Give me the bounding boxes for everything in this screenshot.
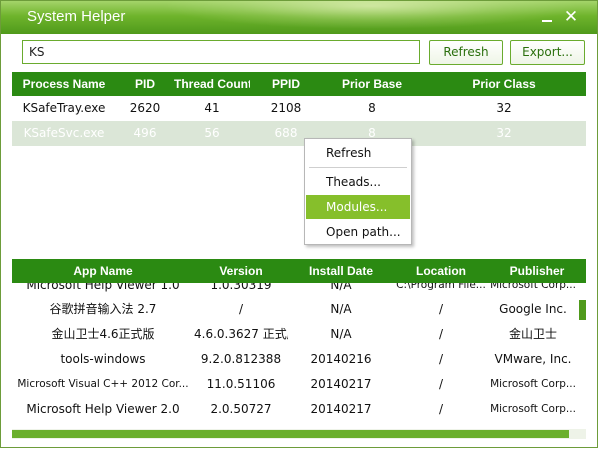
table-row-selected[interactable]: KSafeSvc.exe 496 56 688 8 32 [12, 121, 586, 146]
pid: 2620 [129, 101, 161, 115]
location: / [438, 402, 444, 416]
publisher: Google Inc. [499, 302, 567, 316]
app-version: 11.0.51106 [206, 377, 276, 391]
column-header-pid[interactable]: PID [116, 72, 174, 96]
vertical-scrollbar-thumb[interactable] [579, 300, 586, 320]
context-menu: Refresh Theads... Modules... Open path..… [304, 138, 412, 245]
app-name: Microsoft Help Viewer 2.0 [26, 402, 180, 416]
location: C:\Program File... [396, 283, 486, 291]
thread-count: 41 [204, 101, 220, 115]
app-name: Microsoft Help Viewer 1.0 [26, 283, 180, 292]
column-header-version[interactable]: Version [194, 259, 288, 283]
column-header-location[interactable]: Location [394, 259, 488, 283]
column-header-prior-base[interactable]: Prior Base [322, 72, 422, 96]
table-row[interactable]: 谷歌拼音输入法 2.7 / N/A / Google Inc. [12, 297, 578, 322]
window-title: System Helper [27, 8, 126, 25]
title-bar-decoration [161, 1, 581, 29]
export-button[interactable]: Export... [510, 40, 585, 65]
table-row[interactable]: tools-windows 9.2.0.812388 20140216 / VM… [12, 347, 578, 372]
install-date: 20140217 [310, 402, 372, 416]
app-name: tools-windows [60, 352, 146, 366]
app-name: Microsoft Visual C++ 2012 Cor... [17, 378, 189, 390]
column-header-process-name[interactable]: Process Name [12, 72, 116, 96]
install-date: N/A [330, 302, 352, 316]
process-name: KSafeSvc.exe [23, 126, 105, 140]
column-header-ppid[interactable]: PPID [250, 72, 322, 96]
process-name: KSafeTray.exe [22, 101, 106, 115]
app-name: 金山卫士4.6正式版 [51, 327, 155, 341]
location: / [438, 352, 444, 366]
column-header-app-name[interactable]: App Name [12, 259, 194, 283]
menu-item-refresh[interactable]: Refresh [306, 141, 410, 165]
table-row[interactable]: Microsoft Help Viewer 2.0 2.0.50727 2014… [12, 397, 578, 422]
column-header-publisher[interactable]: Publisher [488, 259, 586, 283]
install-date: N/A [330, 283, 352, 292]
publisher: Microsoft Corp... [490, 403, 576, 415]
process-table-body: KSafeTray.exe 2620 41 2108 8 32 KSafeSvc… [12, 96, 586, 259]
title-bar[interactable]: System Helper ✕ [1, 1, 597, 34]
menu-item-threads[interactable]: Theads... [306, 170, 410, 194]
prior-class: 32 [496, 126, 512, 140]
column-header-install-date[interactable]: Install Date [288, 259, 394, 283]
table-row[interactable]: Microsoft Visual C++ 2012 Cor... 11.0.51… [12, 372, 578, 397]
close-icon[interactable]: ✕ [563, 8, 579, 26]
publisher: Microsoft Corp... [490, 283, 576, 291]
thread-count: 56 [204, 126, 220, 140]
app-version: 4.6.0.3627 正式版 [194, 327, 288, 341]
prior-base: 8 [368, 101, 376, 115]
install-date: 20140217 [310, 377, 372, 391]
publisher: VMware, Inc. [494, 352, 572, 366]
app-version: 9.2.0.812388 [200, 352, 282, 366]
location: / [438, 377, 444, 391]
table-row[interactable]: KSafeTray.exe 2620 41 2108 8 32 [12, 96, 586, 121]
menu-separator [309, 167, 407, 168]
process-table-header: Process Name PID Thread Count PPID Prior… [12, 72, 586, 96]
menu-item-modules[interactable]: Modules... [306, 195, 410, 219]
app-table-header: App Name Version Install Date Location P… [12, 259, 586, 283]
location: / [438, 302, 444, 316]
refresh-button[interactable]: Refresh [429, 40, 503, 65]
publisher: Microsoft Corp... [490, 378, 576, 390]
system-helper-window: System Helper ✕ Refresh Export... Proces… [0, 0, 598, 448]
horizontal-scrollbar-thumb[interactable] [12, 430, 569, 438]
pid: 496 [133, 126, 157, 140]
publisher: 金山卫士 [508, 327, 557, 341]
app-version: 2.0.50727 [210, 402, 272, 416]
menu-item-open-path[interactable]: Open path... [306, 220, 410, 244]
ppid: 2108 [270, 101, 302, 115]
install-date: 20140216 [310, 352, 372, 366]
app-name: 谷歌拼音输入法 2.7 [49, 302, 157, 316]
column-header-thread-count[interactable]: Thread Count [174, 72, 250, 96]
table-row[interactable]: 金山卫士4.6正式版 4.6.0.3627 正式版 N/A / 金山卫士 [12, 322, 578, 347]
table-row[interactable]: Microsoft Help Viewer 1.0 1.0.30319 N/A … [12, 283, 578, 298]
prior-class: 32 [496, 101, 512, 115]
column-header-prior-class[interactable]: Prior Class [422, 72, 586, 96]
app-version: 1.0.30319 [210, 283, 272, 292]
app-version: / [238, 302, 244, 316]
app-table-body: Microsoft Help Viewer 1.0 1.0.30319 N/A … [12, 283, 578, 427]
minimize-icon[interactable] [539, 9, 555, 25]
install-date: N/A [330, 327, 352, 341]
location: / [438, 327, 444, 341]
search-input[interactable] [22, 40, 420, 64]
